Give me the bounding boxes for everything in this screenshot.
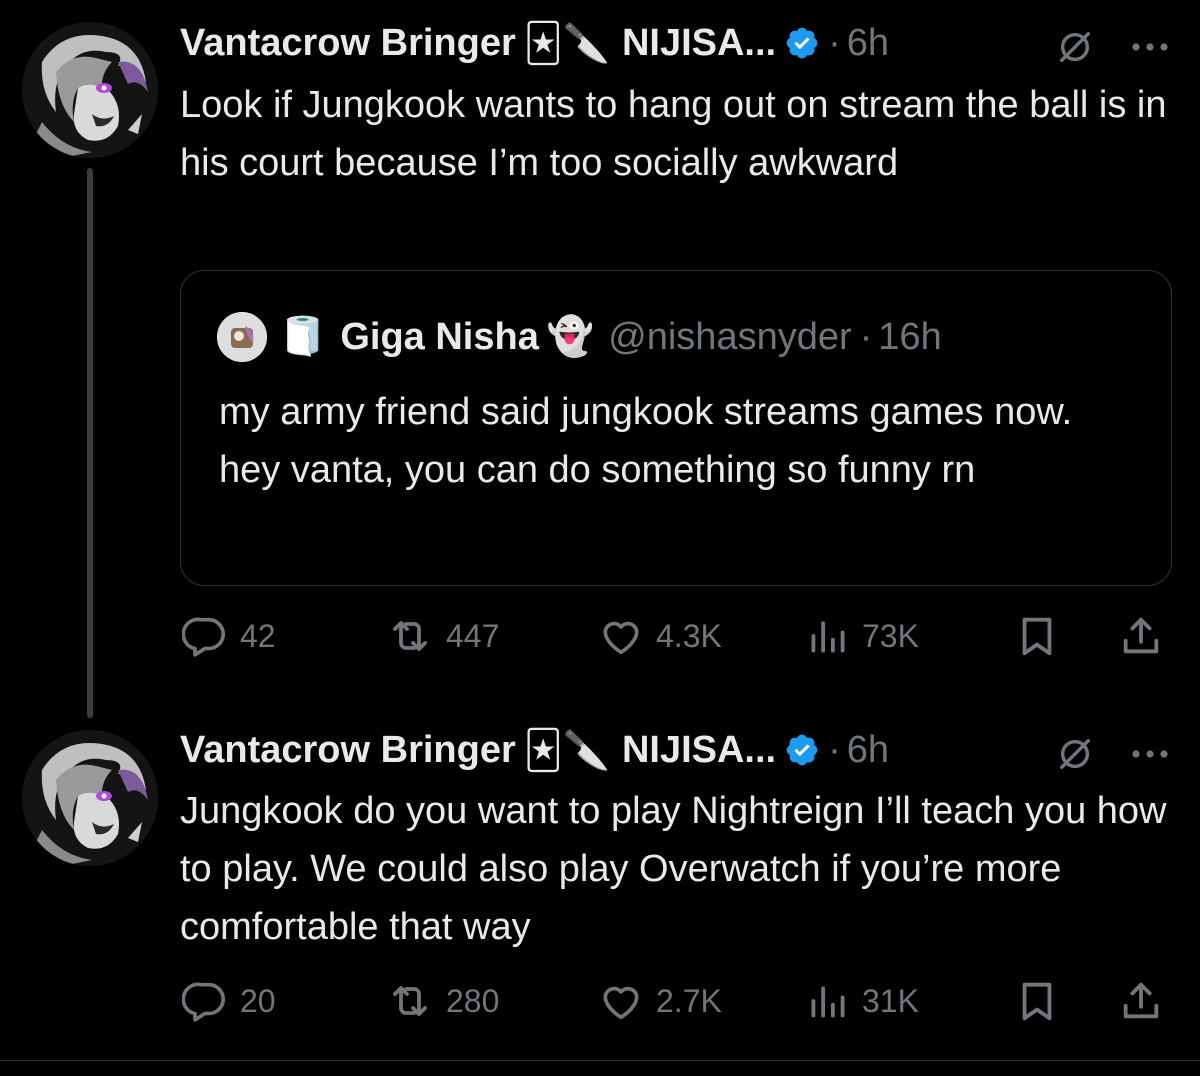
separator-dot: · bbox=[828, 728, 841, 771]
separator-dot: · bbox=[859, 315, 873, 358]
reply-count: 20 bbox=[240, 982, 276, 1019]
repost-count: 280 bbox=[446, 982, 500, 1019]
thread-connector-line bbox=[87, 168, 93, 718]
author-name-emojis: 🃏🔪 bbox=[523, 22, 610, 65]
heart-icon bbox=[598, 613, 644, 659]
views-button[interactable]: 73K bbox=[806, 610, 919, 662]
separator-dot: · bbox=[828, 21, 841, 64]
like-count: 4.3K bbox=[656, 617, 722, 654]
author-handle[interactable]: NIJISA... bbox=[622, 22, 776, 65]
view-count: 73K bbox=[862, 617, 919, 654]
quoted-timestamp[interactable]: 16h bbox=[878, 316, 941, 359]
repost-count: 447 bbox=[446, 617, 500, 654]
quoted-tweet-header: 🧻 Giga Nisha 👻 @nishasnyder · 16h bbox=[217, 311, 942, 363]
avatar[interactable] bbox=[22, 22, 158, 158]
repost-button[interactable]: 447 bbox=[386, 610, 499, 662]
quoted-name-emoji: 🧻 bbox=[279, 316, 327, 358]
like-count: 2.7K bbox=[656, 982, 722, 1019]
more-options-icon[interactable] bbox=[1130, 39, 1170, 60]
author-name[interactable]: Vantacrow Bringer bbox=[180, 729, 516, 772]
reply-icon bbox=[182, 613, 228, 659]
quoted-avatar[interactable] bbox=[217, 312, 267, 362]
more-options-icon[interactable] bbox=[1130, 746, 1170, 767]
reply-icon bbox=[182, 978, 228, 1024]
views-button[interactable]: 31K bbox=[806, 975, 919, 1027]
tweet[interactable]: Vantacrow Bringer 🃏🔪 NIJISA... · 6h Jung… bbox=[0, 720, 1200, 1060]
tweet[interactable]: Vantacrow Bringer 🃏🔪 NIJISA... · 6h Look… bbox=[0, 0, 1200, 720]
quoted-avatar-image bbox=[217, 312, 267, 362]
tweet-header: Vantacrow Bringer 🃏🔪 NIJISA... · 6h bbox=[180, 725, 889, 775]
bookmark-button[interactable] bbox=[1014, 975, 1060, 1027]
timestamp[interactable]: 6h bbox=[847, 729, 889, 772]
avatar[interactable] bbox=[22, 730, 158, 866]
like-button[interactable]: 4.3K bbox=[598, 610, 722, 662]
reply-count: 42 bbox=[240, 617, 276, 654]
views-icon bbox=[806, 614, 850, 658]
header-actions bbox=[1056, 735, 1170, 778]
share-button[interactable] bbox=[1118, 975, 1164, 1027]
tweet-actions: 42 447 4.3K 73K bbox=[182, 610, 1168, 662]
verified-badge-icon bbox=[784, 25, 820, 61]
timestamp[interactable]: 6h bbox=[847, 22, 889, 65]
divider bbox=[0, 1060, 1200, 1061]
author-handle[interactable]: NIJISA... bbox=[622, 729, 776, 772]
heart-icon bbox=[598, 978, 644, 1024]
quoted-author-emoji: 👻 bbox=[546, 316, 595, 358]
grok-icon[interactable] bbox=[1056, 28, 1094, 71]
tweet-text: Look if Jungkook wants to hang out on st… bbox=[180, 84, 1167, 184]
quoted-tweet[interactable]: 🧻 Giga Nisha 👻 @nishasnyder · 16h my arm… bbox=[180, 270, 1172, 586]
views-icon bbox=[806, 979, 850, 1023]
author-name-emojis: 🃏🔪 bbox=[523, 729, 610, 772]
view-count: 31K bbox=[862, 982, 919, 1019]
share-button[interactable] bbox=[1118, 610, 1164, 662]
bookmark-icon bbox=[1014, 613, 1060, 659]
avatar-image bbox=[22, 22, 158, 158]
header-actions bbox=[1056, 28, 1170, 71]
repost-icon bbox=[386, 612, 434, 660]
repost-icon bbox=[386, 977, 434, 1025]
verified-badge-icon bbox=[784, 732, 820, 768]
share-icon bbox=[1118, 613, 1164, 659]
grok-icon[interactable] bbox=[1056, 735, 1094, 778]
quoted-author-handle[interactable]: @nishasnyder bbox=[608, 316, 851, 359]
author-name[interactable]: Vantacrow Bringer bbox=[180, 22, 516, 65]
reply-button[interactable]: 20 bbox=[182, 975, 276, 1027]
share-icon bbox=[1118, 978, 1164, 1024]
tweet-text: Jungkook do you want to play Nightreign … bbox=[180, 790, 1167, 948]
tweet-actions: 20 280 2.7K 31K bbox=[182, 975, 1168, 1027]
bookmark-icon bbox=[1014, 978, 1060, 1024]
repost-button[interactable]: 280 bbox=[386, 975, 499, 1027]
tweet-header: Vantacrow Bringer 🃏🔪 NIJISA... · 6h bbox=[180, 18, 889, 68]
reply-button[interactable]: 42 bbox=[182, 610, 276, 662]
quoted-author-name[interactable]: Giga Nisha bbox=[340, 316, 539, 359]
avatar-image bbox=[22, 730, 158, 866]
like-button[interactable]: 2.7K bbox=[598, 975, 722, 1027]
bookmark-button[interactable] bbox=[1014, 610, 1060, 662]
quoted-tweet-text: my army friend said jungkook streams gam… bbox=[219, 391, 1073, 491]
